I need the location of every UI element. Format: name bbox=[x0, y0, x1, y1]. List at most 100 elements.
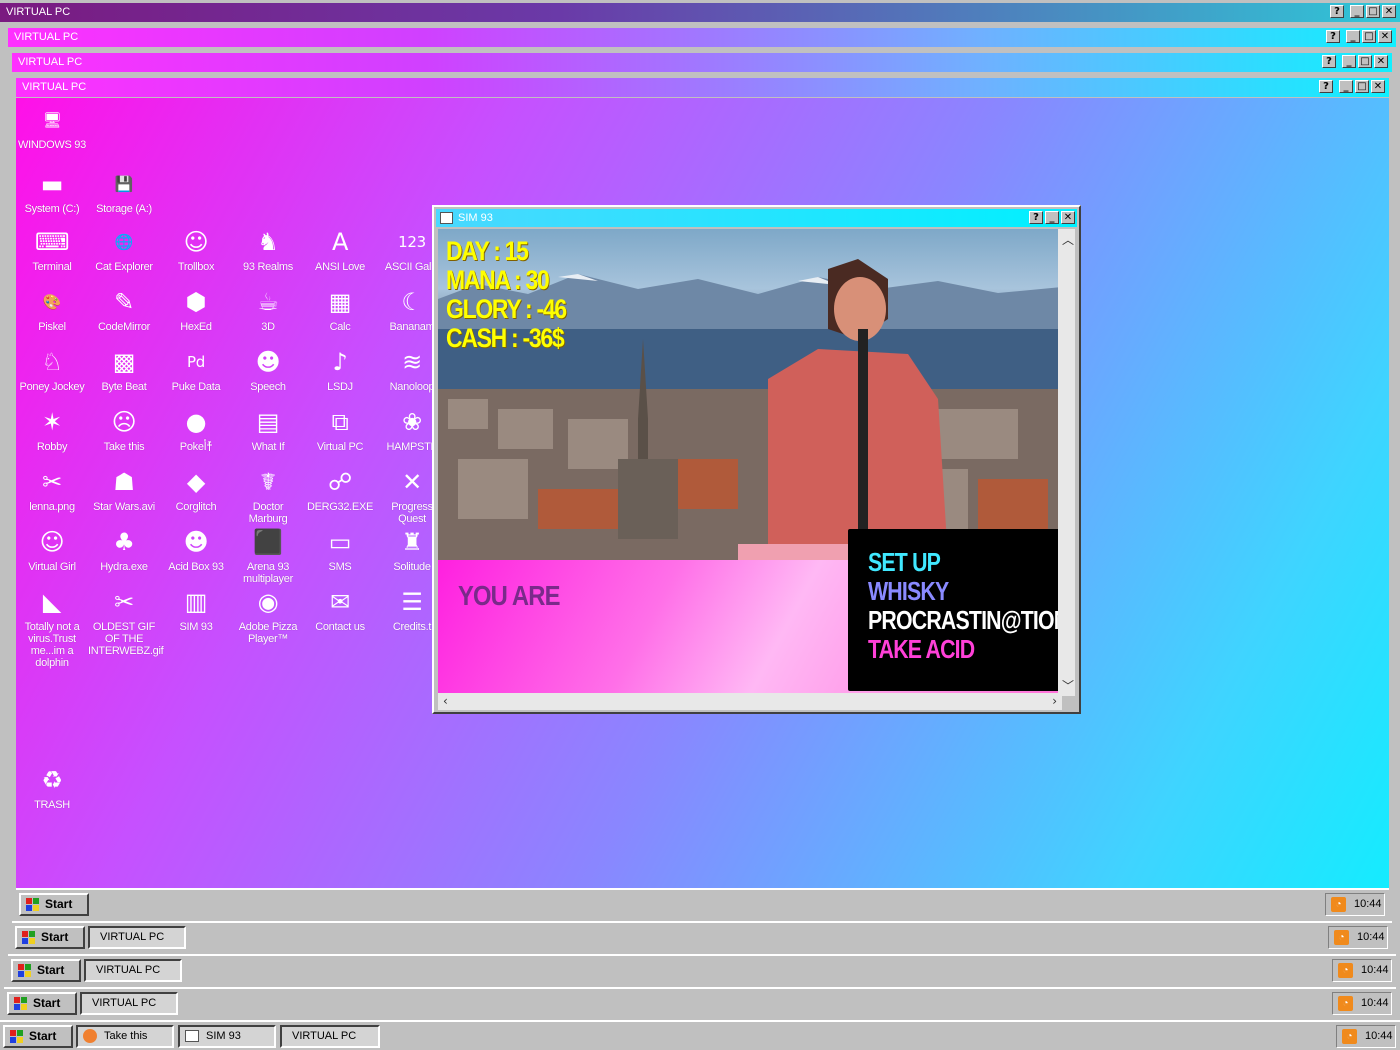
desktop-icon[interactable]: ♘ Poney Jockey bbox=[16, 346, 88, 393]
taskbar-level-3[interactable]: Start VIRTUAL PC ◔ 10:44 bbox=[12, 921, 1392, 954]
rss-icon[interactable]: ◔ bbox=[1338, 963, 1353, 978]
vertical-scrollbar[interactable]: ︿ ﹀ bbox=[1058, 229, 1075, 696]
window-titlebar-2[interactable]: VIRTUAL PC ? _ □ ✕ bbox=[8, 28, 1396, 47]
minimize-button[interactable]: _ bbox=[1346, 30, 1360, 43]
window-titlebar-1[interactable]: VIRTUAL PC ? _ □ ✕ bbox=[0, 3, 1400, 22]
sim93-game-area[interactable]: DAY : 15 MANA : 30 GLORY : -46 CASH : -3… bbox=[438, 229, 1062, 696]
desktop-icon[interactable]: ▥ SIM 93 bbox=[160, 586, 232, 633]
desktop-icon[interactable]: ☕ 3D bbox=[232, 286, 304, 333]
desktop-icon[interactable]: ♣ Hydra.exe bbox=[88, 526, 160, 573]
desktop-icon[interactable]: ▩ Byte Beat bbox=[88, 346, 160, 393]
desktop-icon[interactable]: ⬛ Arena 93 multiplayer bbox=[232, 526, 304, 585]
maximize-button[interactable]: □ bbox=[1362, 30, 1376, 43]
desktop-icon[interactable]: ◆ Corglitch bbox=[160, 466, 232, 513]
desktop-icon[interactable]: ☤ Doctor Marburg bbox=[232, 466, 304, 525]
desktop-icon[interactable]: ♪ LSDJ bbox=[304, 346, 376, 393]
desktop-icon-label: Hydra.exe bbox=[100, 561, 148, 573]
desktop-icon[interactable]: ◉ Adobe Pizza Player™ bbox=[232, 586, 304, 645]
desktop-icon[interactable]: ♞ 93 Realms bbox=[232, 226, 304, 273]
maximize-button[interactable]: □ bbox=[1355, 80, 1369, 93]
rss-icon[interactable]: ◔ bbox=[1342, 1029, 1357, 1044]
desktop-icon[interactable]: ▦ Calc bbox=[304, 286, 376, 333]
taskbar-level-4[interactable]: Start ◔ 10:44 bbox=[16, 888, 1389, 921]
taskbar-level-2[interactable]: Start VIRTUAL PC ◔ 10:44 bbox=[8, 954, 1396, 987]
desktop-icon[interactable]: ◣ Totally not a virus.Trust me...im a dol… bbox=[16, 586, 88, 669]
help-button[interactable]: ? bbox=[1326, 30, 1340, 43]
start-button[interactable]: Start bbox=[19, 893, 89, 916]
minimize-button[interactable]: _ bbox=[1045, 211, 1059, 224]
taskbar-item-virtual-pc[interactable]: VIRTUAL PC bbox=[84, 959, 182, 982]
desktop-icon[interactable]: ☗ Star Wars.avi bbox=[88, 466, 160, 513]
taskbar-item-virtual-pc[interactable]: VIRTUAL PC bbox=[280, 1025, 380, 1048]
window-titlebar-3[interactable]: VIRTUAL PC ? _ □ ✕ bbox=[12, 53, 1392, 72]
system-tray: ◔ 10:44 bbox=[1328, 926, 1388, 949]
sim93-titlebar[interactable]: SIM 93 ? _ ✕ bbox=[436, 209, 1077, 227]
close-button[interactable]: ✕ bbox=[1382, 5, 1396, 18]
taskbar-item-virtual-pc[interactable]: VIRTUAL PC bbox=[80, 992, 178, 1015]
desktop-icon[interactable]: ♻ TRASH bbox=[16, 764, 88, 811]
desktop-icon[interactable]: ⧉ Virtual PC bbox=[304, 406, 376, 453]
start-button[interactable]: Start bbox=[3, 1025, 73, 1048]
rss-icon[interactable]: ◔ bbox=[1338, 996, 1353, 1011]
help-button[interactable]: ? bbox=[1029, 211, 1043, 224]
desktop-icon[interactable]: 🎨 Piskel bbox=[16, 286, 88, 333]
desktop-icon[interactable]: ✶ Robby bbox=[16, 406, 88, 453]
taskbar-level-1[interactable]: Start VIRTUAL PC ◔ 10:44 bbox=[4, 987, 1396, 1020]
desktop-icon[interactable]: ✎ CodeMirror bbox=[88, 286, 160, 333]
minimize-button[interactable]: _ bbox=[1350, 5, 1364, 18]
scroll-left-icon[interactable]: ‹ bbox=[443, 694, 448, 708]
taskbar-item-sim93[interactable]: SIM 93 bbox=[178, 1025, 276, 1048]
desktop-icon[interactable]: ✂ lenna.png bbox=[16, 466, 88, 513]
rss-icon[interactable]: ◔ bbox=[1334, 930, 1349, 945]
scroll-right-icon[interactable]: › bbox=[1052, 694, 1057, 708]
maximize-button[interactable]: □ bbox=[1366, 5, 1380, 18]
minimize-button[interactable]: _ bbox=[1342, 55, 1356, 68]
desktop-icon[interactable]: 🌐 Cat Explorer bbox=[88, 226, 160, 273]
scroll-down-icon[interactable]: ﹀ bbox=[1062, 677, 1074, 694]
desktop-icon[interactable]: ▭ SMS bbox=[304, 526, 376, 573]
desktop-icon[interactable]: ☻ Speech bbox=[232, 346, 304, 393]
desktop-icon[interactable]: ☹ Take this bbox=[88, 406, 160, 453]
desktop-icon[interactable]: Pd Puke Data bbox=[160, 346, 232, 393]
desktop-icon[interactable]: 💾 Storage (A:) bbox=[88, 168, 160, 215]
app-icon: ♞ bbox=[257, 228, 279, 256]
help-button[interactable]: ? bbox=[1319, 80, 1333, 93]
window-titlebar-4[interactable]: VIRTUAL PC ? _ □ ✕ bbox=[16, 78, 1389, 97]
taskbar-item-virtual-pc[interactable]: VIRTUAL PC bbox=[88, 926, 186, 949]
start-button[interactable]: Start bbox=[7, 992, 77, 1015]
sim93-choice-menu[interactable]: SET UP WHISKY PROCRASTIN@TION TAKE ACID bbox=[848, 529, 1062, 691]
desktop-icon[interactable]: ☺ Virtual Girl bbox=[16, 526, 88, 573]
desktop-icon[interactable]: ✉ Contact us bbox=[304, 586, 376, 633]
taskbar-item-take-this[interactable]: Take this bbox=[76, 1025, 174, 1048]
desktop-icon[interactable]: ☍ DERG32.EXE bbox=[304, 466, 376, 513]
close-button[interactable]: ✕ bbox=[1061, 211, 1075, 224]
horizontal-scrollbar[interactable]: ‹ › bbox=[438, 693, 1062, 710]
choice-set-up[interactable]: SET UP bbox=[868, 547, 941, 578]
maximize-button[interactable]: □ bbox=[1358, 55, 1372, 68]
scroll-up-icon[interactable]: ︿ bbox=[1062, 231, 1074, 248]
desktop-icon[interactable]: ● Pokeأ†ً bbox=[160, 406, 232, 453]
choice-take-acid[interactable]: TAKE ACID bbox=[868, 634, 975, 665]
choice-whisky[interactable]: WHISKY bbox=[868, 576, 949, 607]
desktop-icon[interactable]: ☺ Trollbox bbox=[160, 226, 232, 273]
close-button[interactable]: ✕ bbox=[1378, 30, 1392, 43]
desktop-icon[interactable]: A ANSI Love bbox=[304, 226, 376, 273]
help-button[interactable]: ? bbox=[1322, 55, 1336, 68]
desktop-icon[interactable]: ⬢ HexEd bbox=[160, 286, 232, 333]
choice-procrastination[interactable]: PROCRASTIN@TION bbox=[868, 605, 1062, 636]
rss-icon[interactable]: ◔ bbox=[1331, 897, 1346, 912]
start-button[interactable]: Start bbox=[15, 926, 85, 949]
desktop-icon[interactable]: ✂ OLDEST GIF OF THE INTERWEBZ.gif bbox=[88, 586, 164, 657]
desktop-icon[interactable]: ▤ What If bbox=[232, 406, 304, 453]
taskbar-main[interactable]: Start Take this SIM 93 VIRTUAL PC ◔ 10:4… bbox=[0, 1020, 1400, 1050]
desktop-icon[interactable]: ☻ Acid Box 93 bbox=[160, 526, 232, 573]
desktop-icon[interactable]: ⌨ Terminal bbox=[16, 226, 88, 273]
sim93-window[interactable]: SIM 93 ? _ ✕ DAY: 15 MANA: 30 GLORY: … bbox=[432, 205, 1081, 714]
close-button[interactable]: ✕ bbox=[1374, 55, 1388, 68]
help-button[interactable]: ? bbox=[1330, 5, 1344, 18]
desktop-icon[interactable]: 🖥 WINDOWS 93 bbox=[16, 104, 88, 151]
desktop-icon[interactable]: ▬ System (C:) bbox=[16, 168, 88, 215]
minimize-button[interactable]: _ bbox=[1339, 80, 1353, 93]
close-button[interactable]: ✕ bbox=[1371, 80, 1385, 93]
start-button[interactable]: Start bbox=[11, 959, 81, 982]
